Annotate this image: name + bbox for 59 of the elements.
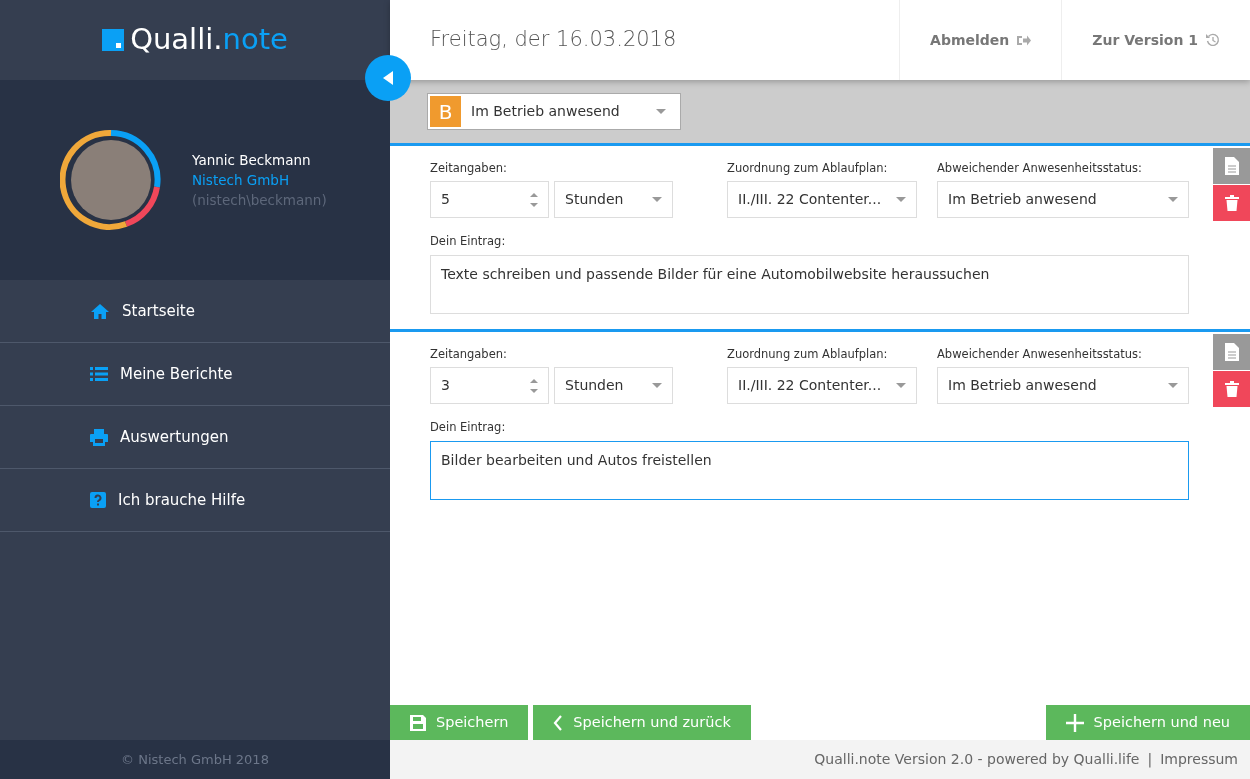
delete-button[interactable] [1213, 185, 1250, 221]
plan-select[interactable]: II./III. 22 Contenter... [727, 367, 917, 405]
nav-item[interactable]: Ich brauche Hilfe [0, 469, 390, 532]
field-label: Zeitangaben: [430, 346, 508, 363]
status-select[interactable]: B Im Betrieb anwesend [427, 93, 681, 130]
caret-icon [1168, 383, 1178, 389]
triangle-left-icon [383, 71, 393, 85]
chevron-left-icon [553, 714, 564, 731]
trash-icon [1224, 381, 1239, 397]
printer-icon [90, 428, 108, 446]
document-icon [1224, 343, 1239, 361]
caret-icon [1168, 197, 1178, 203]
status-badge: B [430, 96, 461, 127]
document-icon [1224, 157, 1239, 175]
nav-item[interactable]: Auswertungen [0, 406, 390, 469]
entry-textarea[interactable]: Bilder bearbeiten und Autos freistellen [430, 440, 1189, 500]
status-select[interactable]: Im Betrieb anwesend [937, 367, 1189, 405]
caret-icon [896, 383, 906, 389]
logo-text: Qualli.note [130, 21, 288, 59]
plan-select[interactable]: II./III. 22 Contenter... [727, 181, 917, 219]
caret-icon [652, 197, 662, 203]
field-label: Abweichender Anwesenheitsstatus: [937, 160, 1143, 177]
separator-text: | [1147, 750, 1153, 770]
logout-icon [1017, 34, 1032, 46]
field-label: Zuordnung zum Ablaufplan: [727, 160, 889, 177]
field-label: Zeitangaben: [430, 160, 508, 177]
page-title: Freitag, der 16.03.2018 [429, 26, 678, 54]
copyright-text: © Nistech GmbH 2018 [0, 740, 390, 779]
field-label: Abweichender Anwesenheitsstatus: [937, 346, 1143, 363]
home-icon [90, 303, 110, 319]
caret-icon [652, 383, 662, 389]
field-label: Zuordnung zum Ablaufplan: [727, 346, 889, 363]
plus-icon [1065, 713, 1084, 732]
logo-icon [102, 29, 125, 51]
imprint-link[interactable]: Impressum [1160, 749, 1238, 770]
document-button[interactable] [1213, 148, 1250, 184]
unit-select[interactable]: Stunden [554, 181, 673, 219]
field-label: Dein Eintrag: [430, 233, 507, 251]
delete-button[interactable] [1213, 371, 1250, 407]
user-name: Yannic Beckmann [192, 150, 312, 170]
field-label: Dein Eintrag: [430, 419, 507, 437]
trash-icon [1224, 195, 1239, 211]
spinner-icon [530, 377, 538, 394]
list-icon [90, 367, 108, 381]
nav-item[interactable]: Startseite [0, 280, 390, 343]
status-select[interactable]: Im Betrieb anwesend [937, 181, 1189, 219]
company-name: Nistech GmbH [192, 170, 291, 190]
document-button[interactable] [1213, 334, 1250, 370]
entry-textarea[interactable]: Texte schreiben und passende Bilder für eine Automobilwebsite heraussuchen [430, 254, 1189, 314]
caret-icon [896, 197, 906, 203]
history-icon [1206, 33, 1220, 47]
help-icon [90, 492, 106, 508]
spinner-icon [530, 191, 538, 208]
unit-select[interactable]: Stunden [554, 367, 673, 405]
caret-icon [656, 109, 666, 114]
number-input[interactable]: 3 [430, 367, 549, 405]
number-input[interactable]: 5 [430, 181, 549, 219]
save-icon [410, 714, 426, 731]
version-text: Qualli.note Version 2.0 - powered by Qualli.life [814, 750, 1140, 769]
